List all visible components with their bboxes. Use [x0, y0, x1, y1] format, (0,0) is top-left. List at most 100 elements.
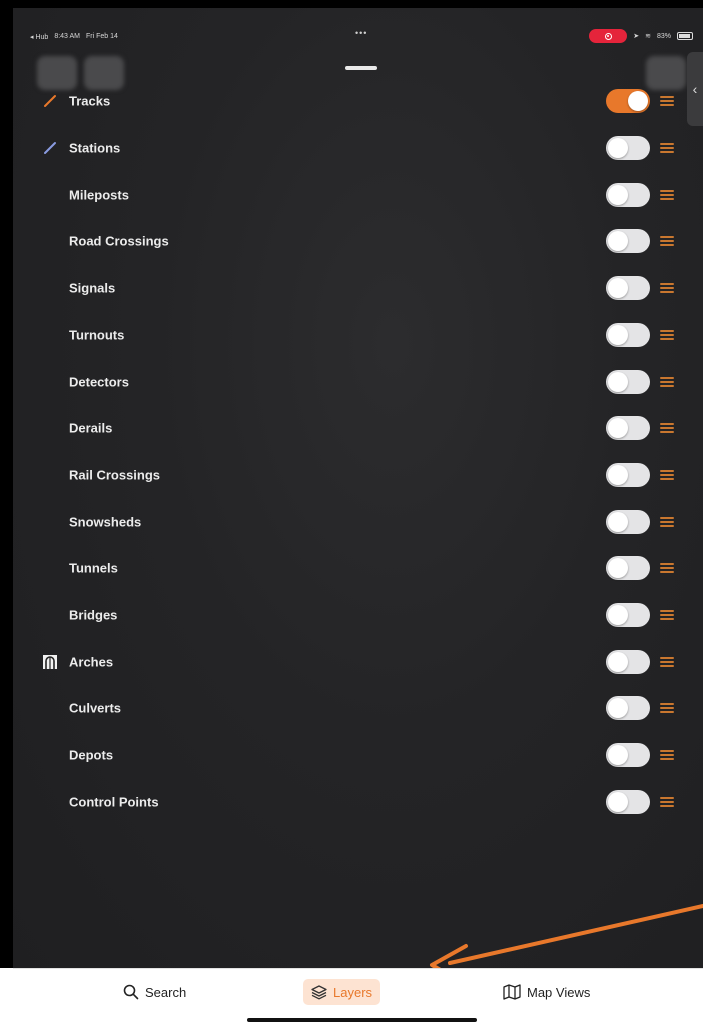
layer-row: Mileposts: [0, 171, 690, 218]
layer-toggle[interactable]: [606, 462, 650, 487]
layer-row: Depots: [0, 732, 690, 779]
reorder-handle-icon[interactable]: [660, 236, 674, 247]
layer-icon-empty: [42, 607, 58, 623]
status-right: ➤ ≋ 83%: [589, 29, 693, 43]
station-line-icon: [42, 140, 58, 156]
reorder-handle-icon[interactable]: [660, 283, 674, 294]
toggle-knob: [608, 511, 628, 532]
wifi-icon: ≋: [645, 33, 651, 40]
toggle-knob: [608, 371, 628, 392]
toggle-knob: [608, 745, 628, 766]
layer-label: Turnouts: [69, 327, 125, 343]
layer-label: Road Crossings: [69, 233, 169, 249]
reorder-handle-icon[interactable]: [660, 189, 674, 200]
back-to-app-link[interactable]: ◂ Hub: [30, 33, 48, 41]
toggle-knob: [628, 91, 648, 112]
tab-layers[interactable]: Layers: [303, 979, 381, 1005]
reorder-handle-icon[interactable]: [660, 656, 674, 667]
reorder-handle-icon[interactable]: [660, 796, 674, 807]
layer-row: Stations: [0, 125, 690, 172]
layer-label: Mileposts: [69, 187, 129, 203]
layer-label: Arches: [69, 654, 114, 670]
multitasking-dots[interactable]: •••: [355, 28, 367, 38]
toggle-knob: [608, 791, 628, 812]
toggle-knob: [608, 324, 628, 345]
tab-map-views-label: Map Views: [527, 984, 591, 1000]
layer-icon-empty: [42, 374, 58, 390]
reorder-handle-icon[interactable]: [660, 703, 674, 714]
layer-icon-empty: [42, 467, 58, 483]
toggle-knob: [608, 231, 628, 252]
reorder-handle-icon[interactable]: [660, 750, 674, 761]
home-indicator[interactable]: [247, 1018, 477, 1022]
layer-toggle[interactable]: [606, 416, 650, 441]
tab-layers-label: Layers: [333, 984, 373, 1000]
screen-border-top: [0, 0, 703, 8]
layer-toggle[interactable]: [606, 696, 650, 721]
layer-row: Control Points: [0, 779, 690, 826]
layer-icon-empty: [42, 420, 58, 436]
app-screen: ◂ Hub 8:43 AM Fri Feb 14 ••• ➤ ≋ 83% ‹ T…: [0, 0, 703, 1023]
layer-label: Tunnels: [69, 560, 118, 576]
layer-row: Rail Crossings: [0, 452, 690, 499]
layer-toggle[interactable]: [606, 556, 650, 581]
toggle-knob: [608, 698, 628, 719]
status-date: Fri Feb 14: [86, 33, 118, 40]
tab-search-label: Search: [145, 984, 187, 1000]
reorder-handle-icon[interactable]: [660, 563, 674, 574]
layer-toggle[interactable]: [606, 369, 650, 394]
reorder-handle-icon[interactable]: [660, 376, 674, 387]
layer-icon-empty: [42, 747, 58, 763]
location-icon: ➤: [633, 33, 640, 40]
layer-toggle[interactable]: [606, 649, 650, 674]
toggle-knob: [608, 558, 628, 579]
tab-map-views[interactable]: Map Views: [503, 979, 590, 1005]
map-icon: [503, 984, 521, 1000]
battery-percent: 83%: [656, 32, 671, 40]
toggle-knob: [608, 464, 628, 485]
status-time: 8:43 AM: [54, 33, 80, 40]
layer-row: Signals: [0, 265, 690, 312]
screen-recording-indicator[interactable]: [589, 29, 628, 43]
layer-toggle[interactable]: [606, 136, 650, 161]
toggle-knob: [608, 651, 628, 672]
layer-label: Bridges: [69, 607, 118, 623]
layer-icon-empty: [42, 233, 58, 249]
layer-toggle[interactable]: [606, 182, 650, 207]
layer-toggle[interactable]: [606, 743, 650, 768]
chevron-left-icon: ‹: [692, 81, 698, 97]
reorder-handle-icon[interactable]: [660, 610, 674, 621]
layer-toggle[interactable]: [606, 509, 650, 534]
reorder-handle-icon[interactable]: [660, 329, 674, 340]
reorder-handle-icon[interactable]: [660, 96, 674, 107]
bottom-tab-bar: Search Layers Map Views: [13, 968, 703, 1023]
sheet-grab-handle[interactable]: [345, 66, 377, 70]
arch-icon: [42, 654, 58, 670]
layer-label: Snowsheds: [69, 514, 142, 530]
layer-label: Depots: [69, 747, 114, 763]
layers-icon: [311, 985, 327, 1000]
reorder-handle-icon[interactable]: [660, 469, 674, 480]
layer-toggle[interactable]: [606, 603, 650, 628]
reorder-handle-icon[interactable]: [660, 423, 674, 434]
layer-row: Turnouts: [0, 312, 690, 359]
layer-icon-empty: [42, 700, 58, 716]
layer-row: Road Crossings: [0, 218, 690, 265]
layer-label: Rail Crossings: [69, 467, 161, 483]
layer-toggle[interactable]: [606, 89, 650, 114]
status-left: ◂ Hub 8:43 AM Fri Feb 14: [30, 33, 118, 41]
layer-icon-empty: [42, 794, 58, 810]
layer-label: Stations: [69, 140, 121, 156]
reorder-handle-icon[interactable]: [660, 516, 674, 527]
layer-icon-empty: [42, 514, 58, 530]
battery-icon: [677, 32, 693, 40]
layer-toggle[interactable]: [606, 789, 650, 814]
layer-row: Bridges: [0, 592, 690, 639]
layer-row: Tunnels: [0, 545, 690, 592]
tab-search[interactable]: Search: [123, 979, 186, 1005]
layer-label: Signals: [69, 280, 116, 296]
layer-toggle[interactable]: [606, 229, 650, 254]
layer-toggle[interactable]: [606, 276, 650, 301]
reorder-handle-icon[interactable]: [660, 143, 674, 154]
layer-toggle[interactable]: [606, 322, 650, 347]
